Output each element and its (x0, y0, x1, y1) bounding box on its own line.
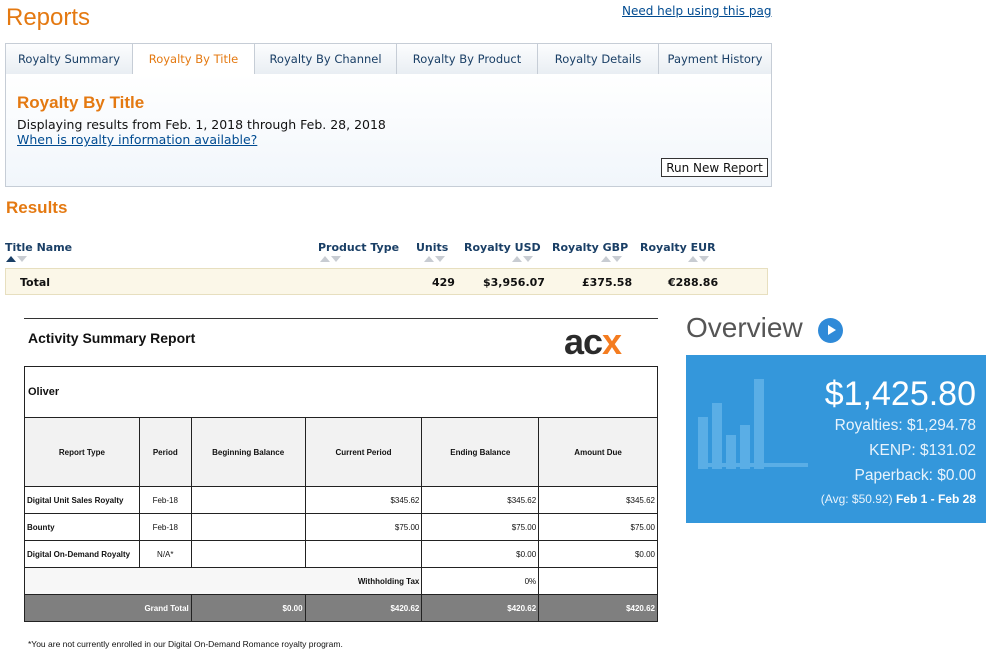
table-row: Digital On-Demand Royalty N/A* $0.00 $0.… (24, 540, 658, 568)
row-due: $0.00 (538, 540, 658, 568)
overview-kenp: KENP: $131.02 (869, 442, 976, 459)
table-header-row: Report Type Period Beginning Balance Cur… (24, 417, 658, 487)
header-current-period: Current Period (304, 417, 423, 487)
grand-total-ending: $420.62 (421, 594, 540, 622)
page-title: Reports (6, 4, 91, 31)
tab-royalty-by-product[interactable]: Royalty By Product (396, 43, 537, 75)
tab-royalty-summary[interactable]: Royalty Summary (5, 43, 132, 75)
acx-report-title: Activity Summary Report (28, 330, 196, 346)
header-period: Period (138, 417, 192, 487)
total-royalty-usd: $3,956.07 (483, 276, 545, 289)
help-link[interactable]: Need help using this pag (622, 4, 772, 18)
results-heading: Results (6, 198, 68, 217)
bar-chart-icon (698, 379, 808, 469)
report-tabs: Royalty Summary Royalty By Title Royalty… (5, 43, 772, 75)
header-beginning-balance: Beginning Balance (190, 417, 306, 487)
withholding-blank (538, 567, 658, 595)
header-report-type: Report Type (24, 417, 140, 487)
row-current: $345.62 (304, 486, 423, 514)
row-beginning (190, 513, 306, 541)
column-royalty-usd[interactable]: Royalty USD (464, 241, 541, 254)
withholding-value: 0% (421, 567, 540, 595)
total-row: Total 429 $3,956.07 £375.58 €288.86 (5, 268, 768, 295)
grand-total-current: $420.62 (304, 594, 423, 622)
date-range-text: Displaying results from Feb. 1, 2018 thr… (17, 117, 386, 132)
grand-total-beginning: $0.00 (190, 594, 306, 622)
sort-arrows-product-type-icon[interactable] (320, 256, 342, 264)
column-units[interactable]: Units (416, 241, 448, 254)
overview-paperback: Paperback: $0.00 (854, 467, 976, 484)
row-ending: $75.00 (421, 513, 540, 541)
acx-summary-table: Oliver Report Type Period Beginning Bala… (23, 366, 658, 622)
run-new-report-button[interactable]: Run New Report (661, 158, 768, 177)
row-period: N/A* (138, 540, 192, 568)
total-royalty-gbp: £375.58 (582, 276, 633, 289)
divider (24, 318, 658, 319)
sort-arrows-units-icon[interactable] (424, 256, 446, 264)
row-period: Feb-18 (138, 513, 192, 541)
column-product-type[interactable]: Product Type (318, 241, 399, 254)
row-report-type: Bounty (24, 513, 140, 541)
row-report-type: Digital On-Demand Royalty (24, 540, 140, 568)
overview-royalties: Royalties: $1,294.78 (834, 417, 976, 434)
overview-title: Overview (686, 312, 803, 343)
tab-royalty-details[interactable]: Royalty Details (537, 43, 658, 75)
table-row: Bounty Feb-18 $75.00 $75.00 $75.00 (24, 513, 658, 541)
row-beginning (190, 486, 306, 514)
row-period: Feb-18 (138, 486, 192, 514)
tab-payment-history[interactable]: Payment History (658, 43, 772, 75)
sort-arrows-usd-icon[interactable] (512, 256, 534, 264)
grand-total-label: Grand Total (24, 594, 192, 622)
row-report-type: Digital Unit Sales Royalty (24, 486, 140, 514)
acx-footnote: *You are not currently enrolled in our D… (28, 639, 343, 649)
account-name: Oliver (24, 366, 658, 418)
account-name-row: Oliver (24, 366, 658, 418)
overview-average: (Avg: $50.92) Feb 1 - Feb 28 (820, 492, 976, 506)
acx-activity-summary: Activity Summary Report acx Oliver Repor… (23, 318, 658, 652)
total-units: 429 (432, 276, 455, 289)
availability-link[interactable]: When is royalty information available? (17, 132, 257, 147)
tab-royalty-by-channel[interactable]: Royalty By Channel (254, 43, 396, 75)
column-royalty-eur[interactable]: Royalty EUR (640, 241, 716, 254)
total-royalty-eur: €288.86 (668, 276, 719, 289)
row-ending: $345.62 (421, 486, 540, 514)
sort-arrows-gbp-icon[interactable] (601, 256, 623, 264)
grand-total-due: $420.62 (538, 594, 658, 622)
grand-total-row: Grand Total $0.00 $420.62 $420.62 $420.6… (24, 594, 658, 622)
withholding-label: Withholding Tax (23, 567, 423, 595)
total-label: Total (20, 276, 51, 289)
report-heading: Royalty By Title (17, 93, 145, 112)
header-amount-due: Amount Due (538, 417, 658, 487)
header-ending-balance: Ending Balance (421, 417, 540, 487)
report-panel: Royalty By Title Displaying results from… (5, 74, 772, 187)
row-current (304, 540, 423, 568)
row-due: $345.62 (538, 486, 658, 514)
tab-royalty-by-title[interactable]: Royalty By Title (132, 43, 254, 75)
row-ending: $0.00 (421, 540, 540, 568)
row-beginning (190, 540, 306, 568)
acx-logo: acx (564, 321, 622, 362)
sort-arrows-eur-icon[interactable] (688, 256, 710, 264)
row-due: $75.00 (538, 513, 658, 541)
overview-date-range: Feb 1 - Feb 28 (895, 492, 976, 506)
table-row: Digital Unit Sales Royalty Feb-18 $345.6… (24, 486, 658, 514)
overview-total: $1,425.80 (824, 375, 976, 413)
play-icon[interactable] (818, 318, 843, 343)
withholding-row: Withholding Tax 0% (23, 567, 658, 595)
row-current: $75.00 (304, 513, 423, 541)
column-title-name[interactable]: Title Name (5, 241, 72, 254)
overview-card: $1,425.80 Royalties: $1,294.78 KENP: $13… (686, 355, 986, 523)
column-royalty-gbp[interactable]: Royalty GBP (552, 241, 628, 254)
sort-arrows-title-icon[interactable] (6, 256, 28, 264)
